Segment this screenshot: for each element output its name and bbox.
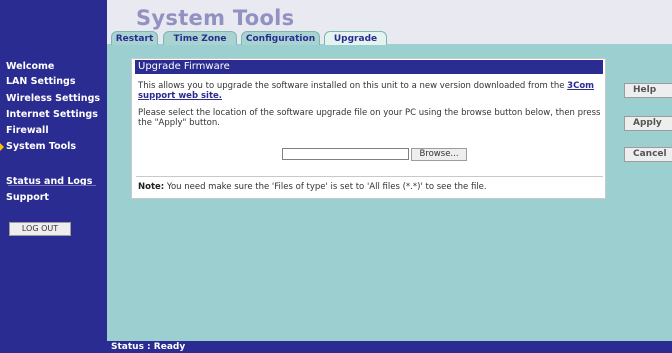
note-text: You need make sure the 'Files of type' i… [164, 182, 487, 192]
cancel-button[interactable]: Cancel [624, 147, 672, 162]
note-label: Note: [138, 182, 165, 192]
active-item-arrow-icon [0, 143, 4, 151]
sidebar-item-internet-settings[interactable]: Internet Settings [6, 109, 98, 120]
sidebar-item-welcome[interactable]: Welcome [6, 61, 54, 72]
file-path-input[interactable] [282, 148, 409, 160]
description-text: This allows you to upgrade the software … [138, 81, 568, 91]
tab-restart[interactable]: Restart [111, 31, 158, 45]
sidebar: Welcome LAN Settings Wireless Settings I… [0, 44, 107, 341]
sidebar-divider [8, 185, 96, 186]
tab-time-zone[interactable]: Time Zone [163, 31, 237, 45]
logout-button[interactable]: LOG OUT [9, 222, 71, 236]
upgrade-firmware-panel: Upgrade Firmware This allows you to upgr… [131, 58, 606, 199]
sidebar-item-firewall[interactable]: Firewall [6, 125, 49, 136]
panel-title: Upgrade Firmware [135, 60, 603, 74]
sidebar-item-wireless-settings[interactable]: Wireless Settings [6, 93, 100, 104]
tab-configuration[interactable]: Configuration [241, 31, 320, 45]
panel-divider [136, 176, 603, 177]
sidebar-item-support[interactable]: Support [6, 192, 49, 203]
panel-instructions: Please select the location of the softwa… [138, 108, 601, 128]
tab-upgrade[interactable]: Upgrade [324, 31, 387, 45]
header-brand-block [0, 0, 107, 44]
panel-description: This allows you to upgrade the software … [138, 81, 602, 101]
panel-note: Note: You need make sure the 'Files of t… [138, 182, 602, 193]
status-bar: Status : Ready [0, 341, 672, 353]
browse-button[interactable]: Browse... [411, 148, 467, 161]
page-title: System Tools [136, 6, 295, 30]
apply-button[interactable]: Apply [624, 116, 672, 131]
sidebar-item-lan-settings[interactable]: LAN Settings [6, 76, 76, 87]
sidebar-item-system-tools[interactable]: System Tools [6, 141, 76, 152]
header-bar: System Tools Restart Time Zone Configura… [0, 0, 672, 45]
status-text: Status : Ready [111, 342, 186, 352]
help-button[interactable]: Help [624, 83, 672, 98]
